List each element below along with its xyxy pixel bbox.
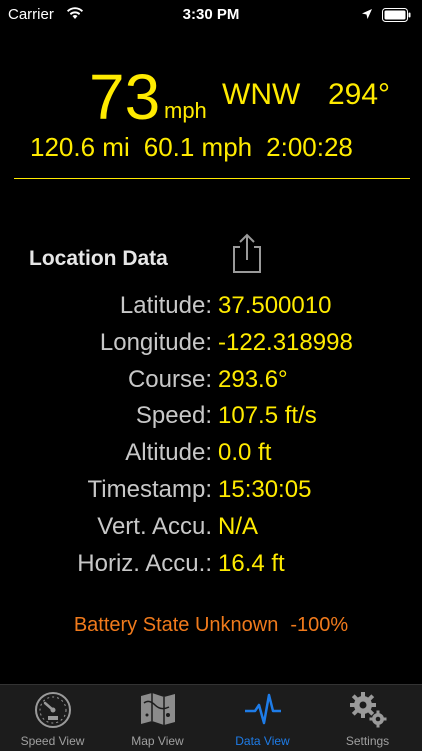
row-value: 15:30:05 bbox=[218, 475, 312, 503]
share-icon[interactable] bbox=[229, 233, 265, 275]
row-value: 293.6° bbox=[218, 365, 288, 393]
tab-bar: Speed View Map View Data View Settings bbox=[0, 684, 422, 751]
elapsed-time: 2:00:28 bbox=[266, 132, 353, 162]
tab-data-view[interactable]: Data View bbox=[210, 685, 315, 751]
divider bbox=[14, 178, 410, 179]
location-arrow-icon bbox=[362, 9, 372, 19]
tab-settings[interactable]: Settings bbox=[315, 685, 420, 751]
status-bar: Carrier 3:30 PM bbox=[0, 0, 422, 30]
row-value: 0.0 ft bbox=[218, 439, 272, 467]
location-data-table: Latitude: 37.500010 Longitude: -122.3189… bbox=[0, 292, 422, 586]
row-label: Horiz. Accu.: bbox=[77, 549, 212, 577]
row-value: 107.5 ft/s bbox=[218, 402, 317, 430]
data-row-latitude: Latitude: 37.500010 bbox=[0, 292, 422, 329]
map-icon bbox=[140, 693, 175, 725]
speed-unit: mph bbox=[164, 98, 207, 123]
average-speed: 60.1 mph bbox=[143, 132, 253, 162]
row-value: 16.4 ft bbox=[218, 549, 285, 577]
tab-label: Map View bbox=[131, 734, 184, 748]
data-row-speed: Speed: 107.5 ft/s bbox=[0, 402, 422, 439]
speedometer-icon bbox=[34, 692, 71, 728]
data-row-course: Course: 293.6° bbox=[0, 366, 422, 403]
tab-speed-view[interactable]: Speed View bbox=[0, 685, 105, 751]
row-value: -122.318998 bbox=[218, 328, 353, 356]
data-row-horizontal-accuracy: Horiz. Accu.: 16.4 ft bbox=[0, 550, 422, 587]
tab-label: Settings bbox=[345, 734, 390, 748]
data-row-timestamp: Timestamp: 15:30:05 bbox=[0, 476, 422, 513]
pulse-icon bbox=[244, 693, 281, 725]
row-label: Vert. Accu. bbox=[97, 512, 212, 540]
trip-summary: 120.6 mi 60.1 mph 2:00:28 bbox=[30, 132, 367, 163]
tab-label: Speed View bbox=[20, 734, 85, 748]
current-speed: 73 bbox=[89, 61, 161, 133]
battery-percent: -100% bbox=[290, 614, 349, 636]
clock: 3:30 PM bbox=[182, 6, 240, 23]
row-label: Altitude: bbox=[125, 439, 212, 467]
tab-label: Data View bbox=[235, 734, 290, 748]
heading-degrees: 294° bbox=[328, 78, 391, 111]
battery-icon bbox=[382, 8, 411, 22]
battery-state-text: Battery State Unknown bbox=[73, 614, 279, 636]
battery-status: Battery State Unknown -100% bbox=[0, 614, 422, 637]
row-label: Latitude: bbox=[119, 292, 212, 319]
row-label: Course: bbox=[127, 365, 212, 393]
row-value: 37.500010 bbox=[218, 292, 332, 319]
data-row-vertical-accuracy: Vert. Accu. N/A bbox=[0, 513, 422, 550]
trip-distance: 120.6 mi bbox=[30, 132, 130, 162]
compass-heading: WNW bbox=[222, 78, 301, 111]
tab-map-view[interactable]: Map View bbox=[105, 685, 210, 751]
row-value: N/A bbox=[218, 512, 259, 540]
row-label: Speed: bbox=[135, 402, 212, 430]
data-row-longitude: Longitude: -122.318998 bbox=[0, 329, 422, 366]
row-label: Timestamp: bbox=[87, 475, 212, 503]
row-label: Longitude: bbox=[99, 328, 212, 356]
location-data-title: Location Data bbox=[29, 247, 168, 270]
gears-icon bbox=[349, 692, 386, 728]
data-row-altitude: Altitude: 0.0 ft bbox=[0, 439, 422, 476]
